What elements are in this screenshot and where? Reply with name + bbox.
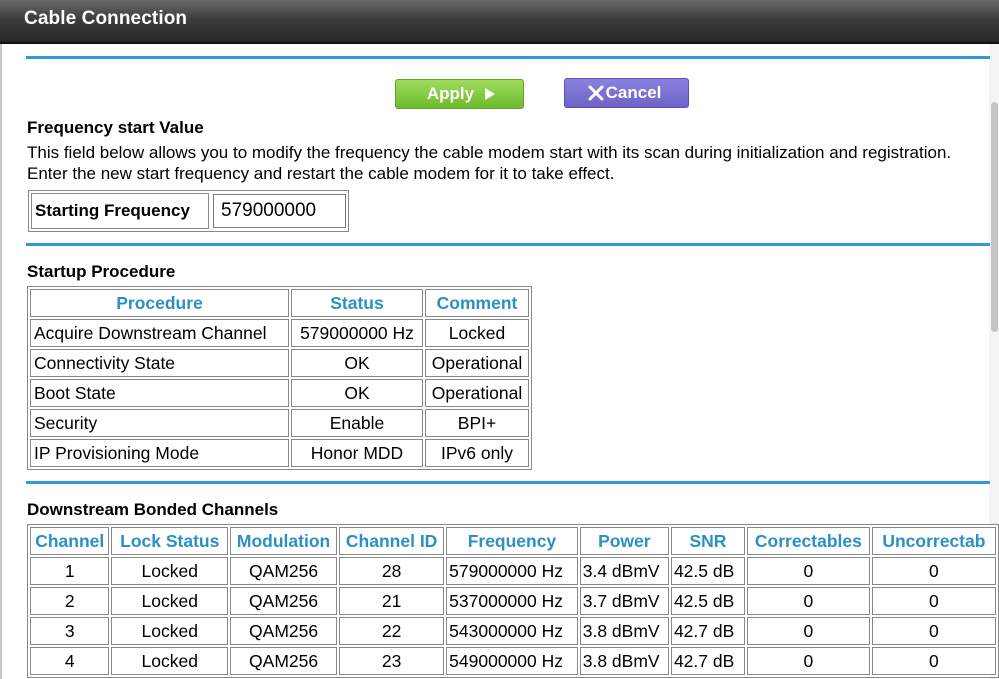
snr-cell: 42.7 dB xyxy=(670,617,745,645)
status-cell: OK xyxy=(291,379,423,407)
status-cell: 579000000 Hz xyxy=(291,319,423,347)
starting-frequency-input[interactable] xyxy=(213,194,346,228)
lock-status-cell: Locked xyxy=(111,617,229,645)
table-row: 1 Locked QAM256 28 579000000 Hz 3.4 dBmV… xyxy=(30,557,996,585)
lock-status-cell: Locked xyxy=(111,557,229,585)
comment-cell: Operational xyxy=(425,349,529,377)
channel-cell: 3 xyxy=(30,617,110,645)
comment-cell: IPv6 only xyxy=(425,439,529,467)
column-header-comment: Comment xyxy=(425,289,529,317)
channel-id-cell: 22 xyxy=(339,617,445,645)
column-header-status: Status xyxy=(291,289,423,317)
correctables-cell: 0 xyxy=(746,587,870,615)
starting-frequency-label: Starting Frequency xyxy=(31,193,209,229)
frame-border xyxy=(0,44,2,679)
comment-cell: Locked xyxy=(425,319,529,347)
frequency-description: This field below allows you to modify th… xyxy=(27,143,952,183)
frequency-cell: 543000000 Hz xyxy=(446,617,578,645)
uncorrectables-cell: 0 xyxy=(871,557,996,585)
apply-button-label: Apply xyxy=(426,84,475,103)
procedure-cell: Acquire Downstream Channel xyxy=(30,319,289,347)
correctables-cell: 0 xyxy=(746,557,870,585)
window-title: Cable Connection xyxy=(24,8,188,29)
lock-status-cell: Locked xyxy=(111,587,229,615)
modulation-cell: QAM256 xyxy=(230,647,338,675)
apply-button[interactable]: Apply xyxy=(395,79,524,109)
frequency-cell: 537000000 Hz xyxy=(446,587,578,615)
procedure-cell: Security xyxy=(30,409,289,437)
uncorrectables-cell: 0 xyxy=(871,587,996,615)
power-cell: 3.4 dBmV xyxy=(579,557,669,585)
cancel-button[interactable]: Cancel xyxy=(564,78,689,108)
startup-procedure-table: Procedure Status Comment Acquire Downstr… xyxy=(27,286,532,470)
table-row: Connectivity State OK Operational xyxy=(30,349,529,377)
x-close-icon xyxy=(588,85,604,101)
table-row: Security Enable BPI+ xyxy=(30,409,529,437)
correctables-cell: 0 xyxy=(746,647,870,675)
frequency-cell: 549000000 Hz xyxy=(446,647,578,675)
scrollbar-thumb[interactable] xyxy=(991,102,998,332)
lock-status-cell: Locked xyxy=(111,647,229,675)
column-header-modulation: Modulation xyxy=(230,527,338,555)
downstream-section-title: Downstream Bonded Channels xyxy=(27,500,279,519)
starting-frequency-row: Starting Frequency xyxy=(28,190,349,232)
divider xyxy=(26,56,990,59)
channel-cell: 2 xyxy=(30,587,110,615)
frequency-section-title: Frequency start Value xyxy=(27,118,204,137)
column-header-correctables: Correctables xyxy=(746,527,870,555)
status-cell: Honor MDD xyxy=(291,439,423,467)
channel-id-cell: 23 xyxy=(339,647,445,675)
channel-id-cell: 28 xyxy=(339,557,445,585)
procedure-cell: Connectivity State xyxy=(30,349,289,377)
procedure-cell: IP Provisioning Mode xyxy=(30,439,289,467)
table-row: 4 Locked QAM256 23 549000000 Hz 3.8 dBmV… xyxy=(30,647,996,675)
downstream-channels-table: Channel Lock Status Modulation Channel I… xyxy=(27,524,999,678)
frequency-cell: 579000000 Hz xyxy=(446,557,578,585)
column-header-channel: Channel xyxy=(30,527,110,555)
comment-cell: BPI+ xyxy=(425,409,529,437)
divider xyxy=(26,481,990,484)
modulation-cell: QAM256 xyxy=(230,557,338,585)
power-cell: 3.8 dBmV xyxy=(579,647,669,675)
table-row: IP Provisioning Mode Honor MDD IPv6 only xyxy=(30,439,529,467)
channel-cell: 1 xyxy=(30,557,110,585)
table-header-row: Procedure Status Comment xyxy=(30,289,529,317)
correctables-cell: 0 xyxy=(746,617,870,645)
cancel-button-label: Cancel xyxy=(605,83,662,102)
column-header-frequency: Frequency xyxy=(446,527,578,555)
table-row: 3 Locked QAM256 22 543000000 Hz 3.8 dBmV… xyxy=(30,617,996,645)
column-header-procedure: Procedure xyxy=(30,289,289,317)
channel-cell: 4 xyxy=(30,647,110,675)
modulation-cell: QAM256 xyxy=(230,617,338,645)
column-header-channel-id: Channel ID xyxy=(339,527,445,555)
table-row: Acquire Downstream Channel 579000000 Hz … xyxy=(30,319,529,347)
column-header-lock-status: Lock Status xyxy=(111,527,229,555)
uncorrectables-cell: 0 xyxy=(871,617,996,645)
column-header-power: Power xyxy=(579,527,669,555)
status-cell: OK xyxy=(291,349,423,377)
divider xyxy=(26,243,990,246)
power-cell: 3.7 dBmV xyxy=(579,587,669,615)
startup-section-title: Startup Procedure xyxy=(27,262,176,281)
status-cell: Enable xyxy=(291,409,423,437)
column-header-snr: SNR xyxy=(670,527,745,555)
power-cell: 3.8 dBmV xyxy=(579,617,669,645)
table-row: 2 Locked QAM256 21 537000000 Hz 3.7 dBmV… xyxy=(30,587,996,615)
modulation-cell: QAM256 xyxy=(230,587,338,615)
snr-cell: 42.5 dB xyxy=(670,557,745,585)
column-header-uncorrectables: Uncorrectab xyxy=(871,527,996,555)
table-row: Boot State OK Operational xyxy=(30,379,529,407)
snr-cell: 42.5 dB xyxy=(670,587,745,615)
table-header-row: Channel Lock Status Modulation Channel I… xyxy=(30,527,996,555)
title-bar: Cable Connection xyxy=(0,0,999,44)
comment-cell: Operational xyxy=(425,379,529,407)
uncorrectables-cell: 0 xyxy=(871,647,996,675)
channel-id-cell: 21 xyxy=(339,587,445,615)
play-arrow-icon xyxy=(485,88,496,100)
procedure-cell: Boot State xyxy=(30,379,289,407)
snr-cell: 42.7 dB xyxy=(670,647,745,675)
